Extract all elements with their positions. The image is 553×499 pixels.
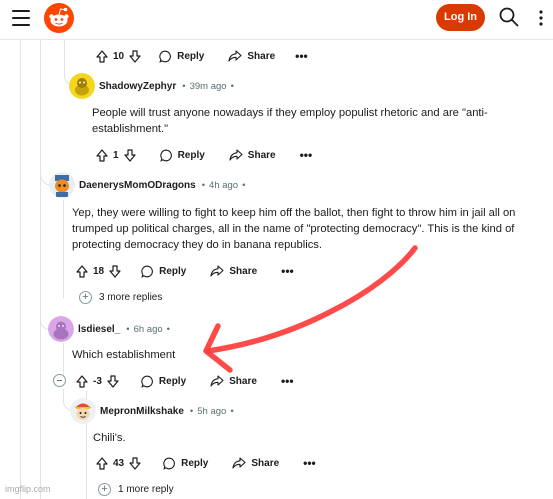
share-arrow-icon (228, 50, 242, 62)
thread-line[interactable] (20, 40, 21, 499)
downvote-icon[interactable] (107, 374, 119, 388)
vote-count: -3 (93, 375, 102, 387)
separator-dot: • (242, 179, 246, 191)
comment-actions: 18 Reply Share ••• (76, 261, 294, 281)
collapse-icon[interactable] (53, 374, 66, 387)
upvote-icon[interactable] (76, 264, 88, 278)
downvote-icon[interactable] (129, 49, 141, 63)
login-button[interactable]: Log In (436, 4, 485, 31)
share-arrow-icon (210, 375, 224, 387)
user-avatar[interactable] (69, 73, 95, 99)
username[interactable]: lsdiesel_ (78, 324, 120, 335)
vote-control: 1 (96, 148, 136, 162)
expand-icon: + (98, 483, 111, 496)
separator-dot: • (230, 405, 234, 417)
downvote-icon[interactable] (123, 148, 136, 162)
vote-control: 43 (96, 456, 141, 470)
comment-body: People will trust anyone nowadays if the… (92, 107, 488, 135)
timestamp[interactable]: 39m ago (190, 81, 227, 92)
more-replies-link[interactable]: + 1 more reply (98, 483, 174, 496)
more-vertical-icon[interactable] (533, 7, 549, 29)
separator-dot: • (230, 80, 234, 92)
downvote-icon[interactable] (129, 456, 141, 470)
share-button[interactable]: Share (228, 50, 275, 62)
comment-header: MepronMilkshake • 5h ago • (70, 398, 234, 424)
username[interactable]: MepronMilkshake (100, 406, 184, 417)
share-button[interactable]: Share (232, 457, 279, 469)
reply-button[interactable]: Reply (163, 457, 208, 470)
username[interactable]: DaenerysMomODragons (79, 180, 196, 191)
separator-dot: • (189, 405, 194, 417)
more-options-icon[interactable]: ••• (303, 457, 316, 469)
user-avatar[interactable] (49, 172, 75, 198)
timestamp[interactable]: 4h ago (209, 180, 238, 191)
share-button[interactable]: Share (210, 265, 257, 277)
more-options-icon[interactable]: ••• (281, 265, 294, 277)
upvote-icon[interactable] (76, 374, 88, 388)
speech-bubble-icon (141, 375, 153, 388)
speech-bubble-icon (163, 457, 175, 470)
separator-dot: • (126, 323, 130, 335)
user-avatar[interactable] (48, 316, 74, 342)
speech-bubble-icon (159, 50, 171, 63)
separator-dot: • (201, 179, 206, 191)
thread-line[interactable] (63, 200, 64, 298)
more-options-icon[interactable]: ••• (300, 149, 313, 161)
thread-line[interactable] (63, 343, 64, 379)
share-arrow-icon (232, 457, 246, 469)
comment-actions: 43 Reply Share ••• (96, 453, 316, 473)
thread-line[interactable] (40, 40, 41, 499)
vote-control: -3 (76, 374, 119, 388)
expand-icon: + (79, 291, 92, 304)
timestamp[interactable]: 5h ago (197, 406, 226, 417)
comment-header: lsdiesel_ • 6h ago • (48, 316, 170, 342)
more-replies-link[interactable]: + 3 more replies (79, 291, 162, 304)
more-options-icon[interactable]: ••• (281, 375, 294, 387)
vote-control: 10 (96, 49, 141, 63)
reply-button[interactable]: Reply (159, 50, 204, 63)
comment-body: Yep, they were willing to fight to keep … (72, 207, 516, 251)
comment-header: DaenerysMomODragons • 4h ago • (49, 172, 245, 198)
reddit-logo-icon[interactable] (44, 3, 74, 33)
share-button[interactable]: Share (229, 149, 276, 161)
comment-actions: 1 Reply Share ••• (96, 145, 312, 165)
top-bar: Log In (0, 0, 553, 40)
upvote-icon[interactable] (96, 49, 108, 63)
speech-bubble-icon (141, 265, 153, 278)
upvote-icon[interactable] (96, 148, 108, 162)
comment-actions: 10 Reply Share ••• (96, 46, 308, 66)
upvote-icon[interactable] (96, 456, 108, 470)
more-options-icon[interactable]: ••• (295, 50, 308, 62)
search-icon[interactable] (498, 6, 520, 28)
separator-dot: • (182, 80, 186, 92)
downvote-icon[interactable] (109, 264, 121, 278)
separator-dot: • (166, 323, 170, 335)
hamburger-icon[interactable] (12, 10, 30, 26)
vote-control: 18 (76, 264, 121, 278)
watermark: imgflip.com (5, 484, 51, 494)
reply-button[interactable]: Reply (159, 149, 205, 162)
timestamp[interactable]: 6h ago (134, 324, 163, 335)
share-arrow-icon (210, 265, 224, 277)
reply-button[interactable]: Reply (141, 265, 186, 278)
vote-count: 1 (113, 149, 119, 161)
user-avatar[interactable] (70, 398, 96, 424)
comment-body: Which establishment (72, 349, 176, 361)
vote-count: 18 (93, 265, 105, 277)
comment-body: Chili's. (93, 432, 126, 444)
share-arrow-icon (229, 149, 243, 161)
vote-count: 43 (113, 457, 125, 469)
speech-bubble-icon (159, 149, 172, 162)
vote-count: 10 (113, 50, 125, 62)
share-button[interactable]: Share (210, 375, 257, 387)
comment-actions: -3 Reply Share ••• (76, 371, 294, 391)
username[interactable]: ShadowyZephyr (99, 81, 176, 92)
reply-button[interactable]: Reply (141, 375, 186, 388)
comment-header: ShadowyZephyr • 39m ago • (69, 73, 234, 99)
